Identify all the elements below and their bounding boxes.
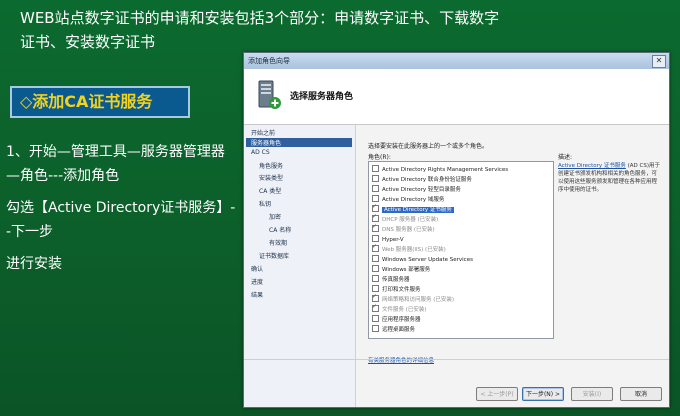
role-label: 应用程序服务器 [382,317,421,323]
previous-button[interactable]: < 上一步(P) [476,387,518,401]
role-checkbox[interactable] [372,275,379,282]
role-item[interactable]: DNS 服务器 (已安装) [372,222,435,235]
nav-ad-cs[interactable]: AD CS [251,149,270,156]
window-title: 添加角色向导 [248,57,290,65]
role-item[interactable]: Active Directory Rights Management Servi… [372,165,509,175]
role-item[interactable]: Windows Server Update Services [372,255,473,265]
role-label: Active Directory Rights Management Servi… [382,167,509,173]
role-item[interactable]: Windows 部署服务 [372,265,431,275]
nav-private-key[interactable]: 私钥 [259,199,271,208]
step-2: 勾选【Active Directory证书服务】--下一步 [6,200,236,240]
nav-validity-period[interactable]: 有效期 [269,238,287,247]
nav-server-roles[interactable]: 服务器角色 [246,138,352,147]
slide-title: WEB站点数字证书的申请和安装包括3个部分：申请数字证书、下载数字 证书、安装数… [20,6,560,54]
role-label: Windows Server Update Services [382,257,473,263]
slide-title-line-2: 证书、安装数字证书 [20,33,156,51]
cancel-button[interactable]: 取消 [620,387,662,401]
role-checkbox[interactable] [372,255,379,262]
roles-label: 角色(R): [368,154,391,161]
step-3: 进行安装 [6,256,62,272]
role-item[interactable]: 打印和文件服务 [372,285,421,295]
wizard-header: 选择服务器角色 [244,69,669,125]
role-label: Web 服务器(IIS) (已安装) [382,247,446,253]
nav-role-services[interactable]: 角色服务 [259,161,283,170]
server-add-icon [258,80,281,109]
nav-certificate-database[interactable]: 证书数据库 [259,251,289,260]
role-label: Windows 部署服务 [382,267,431,273]
role-label: DHCP 服务器 (已安装) [382,217,439,223]
role-item[interactable]: 远程桌面服务 [372,325,416,335]
role-checkbox[interactable] [372,175,379,182]
role-checkbox[interactable] [372,315,379,322]
footer-divider [244,359,669,360]
role-label: Hyper-V [382,237,404,243]
role-checkbox[interactable] [372,292,379,302]
wizard-nav: 开始之前 服务器角色 AD CS 角色服务 安装类型 CA 类型 私钥 加密 C… [244,125,356,407]
role-label: 传真服务器 [382,277,410,283]
nav-before-you-begin[interactable]: 开始之前 [251,128,275,137]
role-checkbox[interactable] [372,265,379,272]
description-label: 描述: [558,154,573,161]
window-titlebar: 添加角色向导 ✕ [244,53,669,69]
description-link[interactable]: Active Directory 证书服务 [558,163,626,169]
wizard-content: 选择要安装在此服务器上的一个或多个角色。 角色(R): Active Direc… [362,125,662,407]
role-item[interactable]: Active Directory 域服务 [372,195,445,205]
role-label: Active Directory 域服务 [382,197,445,203]
nav-confirmation[interactable]: 确认 [251,264,263,273]
role-checkbox[interactable] [372,242,379,252]
section-banner: ◇添加CA证书服务 [10,86,190,118]
role-item[interactable]: Active Directory 证书服务 [372,202,454,215]
role-checkbox[interactable] [372,325,379,332]
install-button[interactable]: 安装(I) [571,387,613,401]
nav-ca-name[interactable]: CA 名称 [269,225,291,234]
wizard-page-title: 选择服务器角色 [290,92,354,102]
role-item[interactable]: 传真服务器 [372,275,410,285]
close-icon[interactable]: ✕ [652,55,666,68]
role-label: 远程桌面服务 [382,327,416,333]
role-label: 网络策略和访问服务 (已安装) [382,297,455,303]
role-item[interactable]: 文件服务 (已安装) [372,302,427,315]
role-checkbox[interactable] [372,202,379,212]
roles-list[interactable]: Active Directory Rights Management Servi… [368,161,554,339]
role-label: Active Directory 联合身份验证服务 [382,177,472,183]
role-item[interactable]: Web 服务器(IIS) (已安装) [372,242,446,255]
role-checkbox[interactable] [372,235,379,242]
role-checkbox[interactable] [372,195,379,202]
nav-results[interactable]: 结果 [251,290,263,299]
role-item[interactable]: 应用程序服务器 [372,315,421,325]
role-item[interactable]: 网络策略和访问服务 (已安装) [372,292,455,305]
nav-cryptography[interactable]: 加密 [269,212,281,221]
role-checkbox[interactable] [372,212,379,222]
role-description: Active Directory 证书服务 (AD CS)用于创建证书颁发机构和… [558,162,662,194]
nav-ca-type[interactable]: CA 类型 [259,186,281,195]
instruction-text: 选择要安装在此服务器上的一个或多个角色。 [368,143,489,150]
role-label: Active Directory 证书服务 [382,207,454,213]
slide-title-line-1: WEB站点数字证书的申请和安装包括3个部分：申请数字证书、下载数字 [20,9,500,27]
role-checkbox[interactable] [372,165,379,172]
role-label: Active Directory 轻型目录服务 [382,187,461,193]
role-label: 打印和文件服务 [382,287,421,293]
role-label: DNS 服务器 (已安装) [382,227,435,233]
role-checkbox[interactable] [372,302,379,312]
role-item[interactable]: Active Directory 联合身份验证服务 [372,175,472,185]
role-checkbox[interactable] [372,185,379,192]
nav-setup-type[interactable]: 安装类型 [259,173,283,182]
more-info-link[interactable]: 有关服务器角色的详细信息 [368,356,434,364]
role-label: 文件服务 (已安装) [382,307,427,313]
nav-progress[interactable]: 进度 [251,277,263,286]
role-item[interactable]: DHCP 服务器 (已安装) [372,212,439,225]
next-button[interactable]: 下一步(N) > [522,387,564,401]
step-list: 1、开始—管理工具—服务器管理器—角色---添加角色 勾选【Active Dir… [6,140,238,284]
role-item[interactable]: Active Directory 轻型目录服务 [372,185,461,195]
add-roles-wizard-window: 添加角色向导 ✕ 选择服务器角色 开始之前 服务器角色 AD CS 角色服务 安… [243,52,670,408]
role-checkbox[interactable] [372,285,379,292]
step-1: 1、开始—管理工具—服务器管理器—角色---添加角色 [6,144,225,184]
role-checkbox[interactable] [372,222,379,232]
